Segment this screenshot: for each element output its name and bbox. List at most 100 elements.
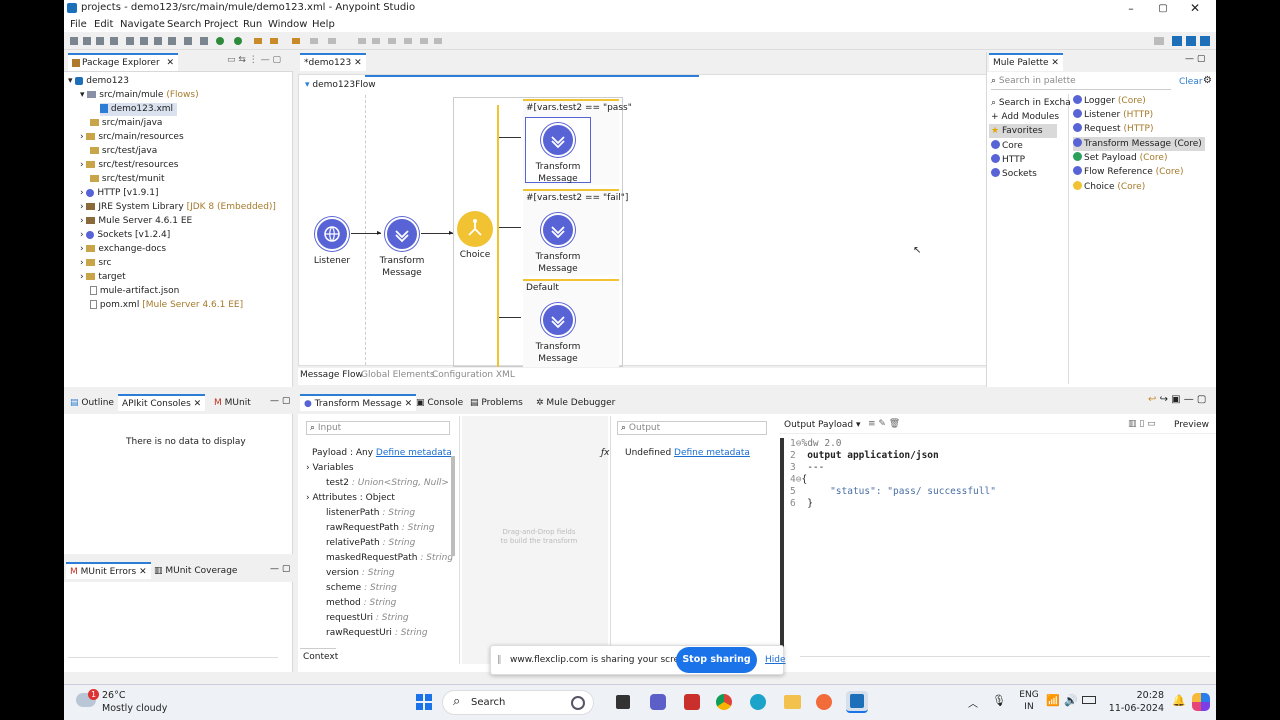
attr-requestUri[interactable]: requestUri : String — [326, 613, 409, 623]
tree-item-pom[interactable]: pom.xml [Mule Server 4.6.1 EE] — [90, 299, 243, 312]
h-scrollbar[interactable] — [800, 656, 1210, 662]
script-tool-icons[interactable]: ≡ ✎ 🗑 — [868, 419, 900, 429]
maximize-icon[interactable]: ▢ — [1156, 0, 1170, 17]
clear-link[interactable]: Clear — [1179, 77, 1203, 87]
close-icon[interactable]: ✕ — [194, 399, 202, 409]
palette-http[interactable]: HTTP — [991, 153, 1025, 167]
palette-item-set-payload[interactable]: Set Payload (Core) — [1073, 151, 1167, 165]
palette-sockets[interactable]: Sockets — [991, 167, 1037, 181]
menu-edit[interactable]: Edit — [94, 19, 113, 30]
choice-node[interactable] — [457, 211, 493, 247]
palette-add-modules[interactable]: + Add Modules — [991, 110, 1059, 124]
h-scrollbar[interactable] — [68, 657, 278, 663]
tree-item-src-main-resources[interactable]: › src/main/resources — [80, 131, 184, 144]
fx-icon[interactable]: ƒx — [601, 448, 610, 458]
chat-icon[interactable] — [650, 694, 666, 710]
tree-item-src-test-java[interactable]: src/test/java — [90, 145, 157, 158]
flow-name[interactable]: ▾ demo123Flow — [305, 80, 376, 90]
notifications-icon[interactable]: 🔔 — [1172, 694, 1186, 707]
perspective-icons[interactable] — [1154, 35, 1210, 47]
tab-console[interactable]: ▣ Console — [412, 395, 467, 412]
attr-scheme[interactable]: scheme : String — [326, 583, 397, 593]
close-icon[interactable]: ✕ — [354, 58, 362, 68]
tree-item-src-main-java[interactable]: src/main/java — [90, 117, 162, 130]
context-tab[interactable]: Context — [300, 648, 338, 664]
menu-project[interactable]: Project — [204, 19, 238, 30]
clock[interactable]: 20:28 11-06-2024 — [1102, 689, 1164, 715]
tab-outline[interactable]: ▤ Outline — [66, 395, 118, 412]
tree-item-src-test-munit[interactable]: src/test/munit — [90, 173, 165, 186]
palette-core[interactable]: Core — [991, 139, 1023, 153]
toolbar-buttons-icon[interactable] — [70, 36, 450, 46]
route-1-condition[interactable]: #[vars.test2 == "pass" — [526, 103, 632, 113]
tab-munit-errors[interactable]: M MUnit Errors ✕ — [66, 562, 151, 579]
tree-item-src-test-resources[interactable]: › src/test/resources — [80, 159, 178, 172]
payload-select[interactable]: Payload ▾ — [818, 420, 861, 430]
route-2-condition[interactable]: #[vars.test2 == "fail"] — [526, 193, 628, 203]
preview-button[interactable]: Preview — [1174, 420, 1209, 430]
tab-global-elements[interactable]: Global Elements — [361, 370, 435, 380]
route-default-label[interactable]: Default — [526, 283, 559, 293]
palette-favorites[interactable]: ★ Favorites — [989, 124, 1057, 138]
start-icon[interactable] — [416, 694, 432, 710]
transform-node[interactable] — [541, 303, 575, 337]
show-hidden-icons[interactable]: ︿ — [968, 695, 978, 710]
view-menu-icons[interactable]: — ▢ — [270, 396, 290, 406]
stop-sharing-button[interactable]: Stop sharing — [676, 647, 757, 673]
tree-item-mule-artifact[interactable]: mule-artifact.json — [90, 285, 179, 298]
tree-item-mule-server[interactable]: › Mule Server 4.6.1 EE — [80, 215, 192, 228]
palette-search[interactable]: ⌕ Search in palette — [991, 76, 1171, 90]
tab-message-flow[interactable]: Message Flow — [300, 370, 363, 380]
palette-item-listener[interactable]: Listener (HTTP) — [1073, 108, 1153, 122]
view-menu-icons[interactable]: ↩ ↪ ▣ — ▢ — [1148, 394, 1206, 405]
tab-configuration-xml[interactable]: Configuration XML — [432, 370, 515, 380]
minimize-icon[interactable]: – — [1124, 0, 1138, 17]
tab-transform-message[interactable]: ● Transform Message ✕ — [300, 394, 417, 411]
define-metadata-link[interactable]: Define metadata — [674, 448, 750, 458]
undefined-row[interactable]: Undefined Define metadata — [625, 448, 750, 458]
tree-item-demo123[interactable]: ▾ demo123 — [68, 75, 129, 88]
variables-row[interactable]: › Variables — [306, 463, 354, 473]
close-icon[interactable]: ✕ — [1051, 58, 1059, 68]
tab-package-explorer[interactable]: Package Explorer ✕ — [68, 53, 179, 71]
palette-item-choice[interactable]: Choice (Core) — [1073, 180, 1145, 194]
edge-icon[interactable] — [750, 694, 766, 710]
tab-demo123[interactable]: *demo123 ✕ — [300, 53, 366, 71]
tab-munit[interactable]: M MUnit — [210, 395, 255, 412]
tab-munit-coverage[interactable]: ▥ MUnit Coverage — [150, 563, 241, 580]
layout-icons[interactable]: ▥ ▯ ▭ — [1128, 419, 1156, 429]
attr-rawRequestUri[interactable]: rawRequestUri : String — [326, 628, 428, 638]
tab-mule-debugger[interactable]: ✲ Mule Debugger — [532, 395, 619, 412]
attr-maskedRequestPath[interactable]: maskedRequestPath : String — [326, 553, 453, 563]
weather-widget[interactable]: 1 26°C Mostly cloudy — [76, 689, 186, 717]
tab-apikit-consoles[interactable]: APIkit Consoles ✕ — [118, 394, 206, 411]
battery-icon[interactable] — [1082, 696, 1096, 704]
palette-item-transform-message[interactable]: Transform Message (Core) — [1073, 137, 1205, 151]
file-explorer-icon[interactable] — [784, 695, 801, 709]
palette-item-flow-reference[interactable]: Flow Reference (Core) — [1073, 165, 1183, 179]
palette-item-logger[interactable]: Logger (Core) — [1073, 94, 1146, 108]
view-menu-icons[interactable]: — ▢ — [1185, 54, 1205, 64]
menu-navigate[interactable]: Navigate — [120, 19, 165, 30]
close-icon[interactable]: ✕ — [1188, 0, 1202, 17]
transform-node[interactable] — [385, 217, 419, 251]
attributes-row[interactable]: › Attributes : Object — [306, 493, 395, 503]
output-search[interactable]: ⌕ Output — [617, 421, 767, 435]
define-metadata-link[interactable]: Define metadata — [376, 448, 452, 458]
anypoint-studio-icon[interactable] — [846, 691, 868, 713]
tree-item-demo123-xml[interactable]: demo123.xml — [100, 103, 178, 116]
input-search[interactable]: ⌕ Input — [306, 421, 450, 435]
attr-rawRequestPath[interactable]: rawRequestPath : String — [326, 523, 435, 533]
payload-row[interactable]: Payload : Any Define metadata — [312, 448, 452, 458]
attr-method[interactable]: method : String — [326, 598, 396, 608]
chrome-icon[interactable] — [716, 694, 732, 710]
tab-problems[interactable]: ▤ Problems — [466, 395, 527, 412]
view-menu-icons[interactable]: — ▢ — [270, 564, 290, 574]
filezilla-icon[interactable] — [684, 694, 700, 710]
listener-node[interactable] — [315, 217, 349, 251]
settings-icon[interactable]: ⚙ — [1203, 75, 1212, 86]
view-menu-icons[interactable]: ▭ ⇆ ⋮ — ▢ — [227, 55, 281, 65]
tree-item-jre[interactable]: › JRE System Library [JDK 8 (Embedded)] — [80, 201, 276, 214]
volume-icon[interactable]: 🔊 — [1064, 694, 1078, 707]
code-area[interactable]: 1⊖%dw 2.0 2 output application/json 3 --… — [790, 438, 1200, 518]
